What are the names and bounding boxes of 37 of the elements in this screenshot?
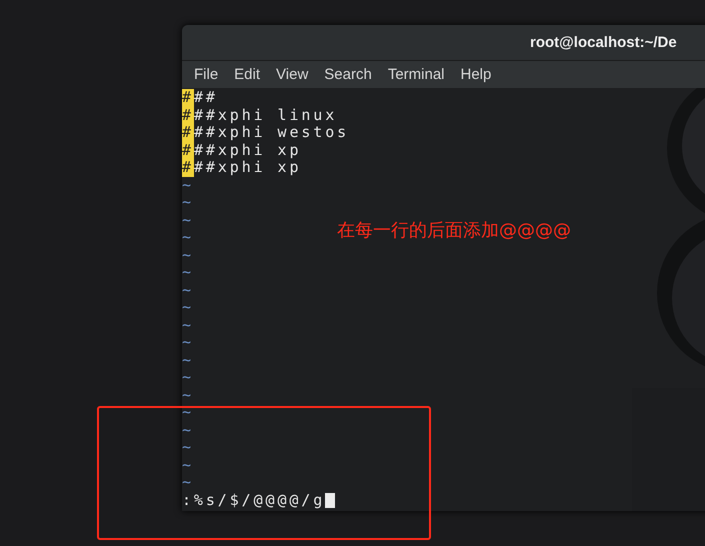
annotation-text: 在每一行的后面添加@@@@ xyxy=(337,219,571,242)
empty-line-marker: ~ xyxy=(182,264,194,282)
menu-item[interactable]: Search xyxy=(316,64,380,84)
menu-item[interactable]: Help xyxy=(452,64,500,84)
search-match: # xyxy=(182,89,194,106)
menu-item[interactable]: Edit xyxy=(226,64,268,84)
search-match: # xyxy=(182,124,194,142)
menu-item[interactable]: Terminal xyxy=(380,64,452,84)
text-line: ##xphi xp xyxy=(194,142,302,159)
empty-line-marker: ~ xyxy=(182,456,194,474)
window-title: root@localhost:~/De xyxy=(530,34,677,51)
empty-line-marker: ~ xyxy=(182,212,194,229)
empty-line-marker: ~ xyxy=(182,386,194,404)
empty-line-marker: ~ xyxy=(182,474,194,492)
text-line: ##xphi linux xyxy=(194,106,338,124)
empty-line-marker: ~ xyxy=(182,194,194,212)
menu-item[interactable]: View xyxy=(268,64,316,84)
search-match: # xyxy=(182,142,194,159)
empty-line-marker: ~ xyxy=(182,229,194,246)
command-line[interactable]: :%s/$/@@@@/g xyxy=(182,492,326,509)
empty-line-marker: ~ xyxy=(182,369,194,386)
empty-line-marker: ~ xyxy=(182,422,194,439)
search-match: # xyxy=(182,159,194,176)
menu-item[interactable]: File xyxy=(186,64,226,84)
search-match: # xyxy=(182,106,194,124)
empty-line-marker: ~ xyxy=(182,299,194,316)
empty-line-marker: ~ xyxy=(182,246,194,264)
empty-line-marker: ~ xyxy=(182,352,194,369)
empty-line-marker: ~ xyxy=(182,334,194,352)
empty-line-marker: ~ xyxy=(182,439,194,456)
text-line: ## xyxy=(194,89,218,106)
text-line: ##xphi xp xyxy=(194,159,302,176)
empty-line-marker: ~ xyxy=(182,404,194,422)
empty-line-marker: ~ xyxy=(182,176,194,194)
empty-line-marker: ~ xyxy=(182,282,194,299)
text-line: ##xphi westos xyxy=(194,124,350,142)
empty-line-marker: ~ xyxy=(182,316,194,334)
